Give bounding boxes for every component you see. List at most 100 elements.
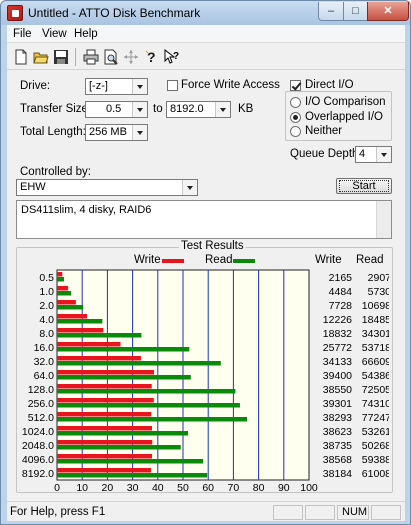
move-icon[interactable]	[121, 47, 140, 66]
write-value: 4484	[329, 286, 353, 298]
chevron-down-icon	[132, 102, 147, 117]
category-label: 128.0	[28, 384, 54, 396]
category-label: 32.0	[34, 356, 55, 368]
total-length-select[interactable]: 256 MB	[85, 124, 148, 141]
write-bar	[57, 370, 155, 375]
transfer-size-to-value: 8192.0	[170, 103, 204, 115]
x-tick-label: 70	[228, 482, 240, 492]
write-bar	[57, 398, 154, 403]
category-label: 512.0	[28, 412, 54, 424]
read-bar	[57, 319, 103, 324]
write-bar	[57, 300, 76, 305]
x-tick-label: 90	[278, 482, 290, 492]
write-bar	[57, 412, 152, 417]
transfer-size-label: Transfer Size:	[20, 103, 92, 115]
svg-text:?: ?	[147, 49, 156, 65]
start-button-label: Start	[352, 180, 376, 192]
x-tick-label: 60	[202, 482, 214, 492]
write-bar	[57, 286, 69, 291]
write-value: 38550	[323, 384, 352, 396]
menu-help[interactable]: Help	[74, 28, 98, 40]
queue-depth-value: 4	[359, 148, 366, 160]
status-help-text: For Help, press F1	[10, 506, 106, 518]
category-label: 8192.0	[22, 468, 54, 480]
write-value: 38293	[323, 412, 352, 424]
read-bar	[57, 333, 142, 338]
open-icon[interactable]	[31, 47, 50, 66]
category-label: 2.0	[39, 300, 54, 312]
drive-select[interactable]: [-z-]	[85, 78, 148, 95]
context-help-icon[interactable]: ?	[161, 47, 180, 66]
read-bar	[57, 431, 189, 436]
x-tick-label: 40	[152, 482, 164, 492]
category-label: 0.5	[39, 272, 54, 284]
force-write-checkbox[interactable]	[167, 80, 178, 91]
maximize-button[interactable]: □	[343, 2, 368, 21]
menu-file[interactable]: File	[13, 28, 32, 40]
io-comparison-label: I/O Comparison	[305, 96, 386, 108]
total-length-value: 256 MB	[89, 126, 127, 138]
read-bar	[57, 291, 72, 296]
legend-write-label: Write	[134, 254, 161, 266]
radio-overlapped-io[interactable]	[290, 112, 301, 123]
write-column-header: Write	[315, 254, 342, 266]
write-value: 25772	[323, 342, 352, 354]
total-length-label: Total Length:	[20, 126, 86, 138]
radio-neither[interactable]	[290, 126, 301, 137]
write-bar	[57, 384, 152, 389]
category-label: 8.0	[39, 328, 54, 340]
description-scrollbar[interactable]	[376, 201, 391, 238]
help-icon[interactable]: ?	[141, 47, 160, 66]
read-value: 74310	[362, 398, 389, 410]
chevron-down-icon	[182, 180, 197, 195]
chevron-down-icon	[132, 79, 147, 94]
transfer-rate-chart: 0.5 2165 2907 1.0 4484 5730 2.0 7728 10698 4.0 122…	[22, 269, 389, 492]
write-bar	[57, 468, 151, 473]
read-bar	[57, 305, 84, 310]
read-bar	[57, 459, 204, 464]
menu-view[interactable]: View	[42, 28, 67, 40]
transfer-unit-label: KB	[238, 103, 254, 115]
read-value: 77247	[362, 412, 389, 424]
start-button[interactable]: Start	[336, 178, 392, 194]
direct-io-checkbox[interactable]	[290, 80, 301, 91]
write-bar	[57, 328, 104, 333]
description-textarea[interactable]: DS411slim, 4 disky, RAID6	[16, 200, 392, 239]
minimize-button[interactable]: –	[318, 2, 344, 21]
category-label: 4096.0	[22, 454, 54, 466]
category-label: 2048.0	[22, 440, 54, 452]
x-tick-label: 100	[300, 482, 318, 492]
close-button[interactable]: ✕	[367, 2, 409, 21]
transfer-size-from-select[interactable]: 0.5	[85, 101, 148, 118]
force-write-label: Force Write Access	[181, 79, 280, 91]
read-value: 18485	[362, 314, 389, 326]
read-bar	[57, 403, 240, 408]
read-value: 2907	[368, 272, 389, 284]
save-icon[interactable]	[51, 47, 70, 66]
read-value: 66609	[362, 356, 389, 368]
controlled-by-select[interactable]: EHW	[16, 179, 198, 196]
read-value: 50268	[362, 440, 389, 452]
read-value: 5730	[368, 286, 389, 298]
radio-io-comparison[interactable]	[290, 97, 301, 108]
queue-depth-select[interactable]: 4	[355, 146, 392, 163]
read-value: 53718	[362, 342, 389, 354]
title-bar[interactable]: Untitled - ATTO Disk Benchmark – □ ✕	[1, 1, 410, 25]
write-bar	[57, 454, 153, 459]
read-bar	[57, 417, 248, 422]
neither-label: Neither	[305, 125, 343, 137]
write-value: 2165	[329, 272, 353, 284]
print-preview-icon[interactable]	[101, 47, 120, 66]
read-value: 53261	[362, 426, 389, 438]
toolbar: ? ?	[7, 44, 405, 70]
print-icon[interactable]	[81, 47, 100, 66]
write-value: 18832	[323, 328, 352, 340]
legend-read-swatch	[233, 259, 255, 263]
read-bar	[57, 445, 181, 450]
read-value: 10698	[362, 300, 389, 312]
new-icon[interactable]	[11, 47, 30, 66]
write-value: 38623	[323, 426, 352, 438]
legend-read-label: Read	[205, 254, 233, 266]
controlled-by-label: Controlled by:	[20, 166, 91, 178]
transfer-size-to-select[interactable]: 8192.0	[166, 101, 231, 118]
